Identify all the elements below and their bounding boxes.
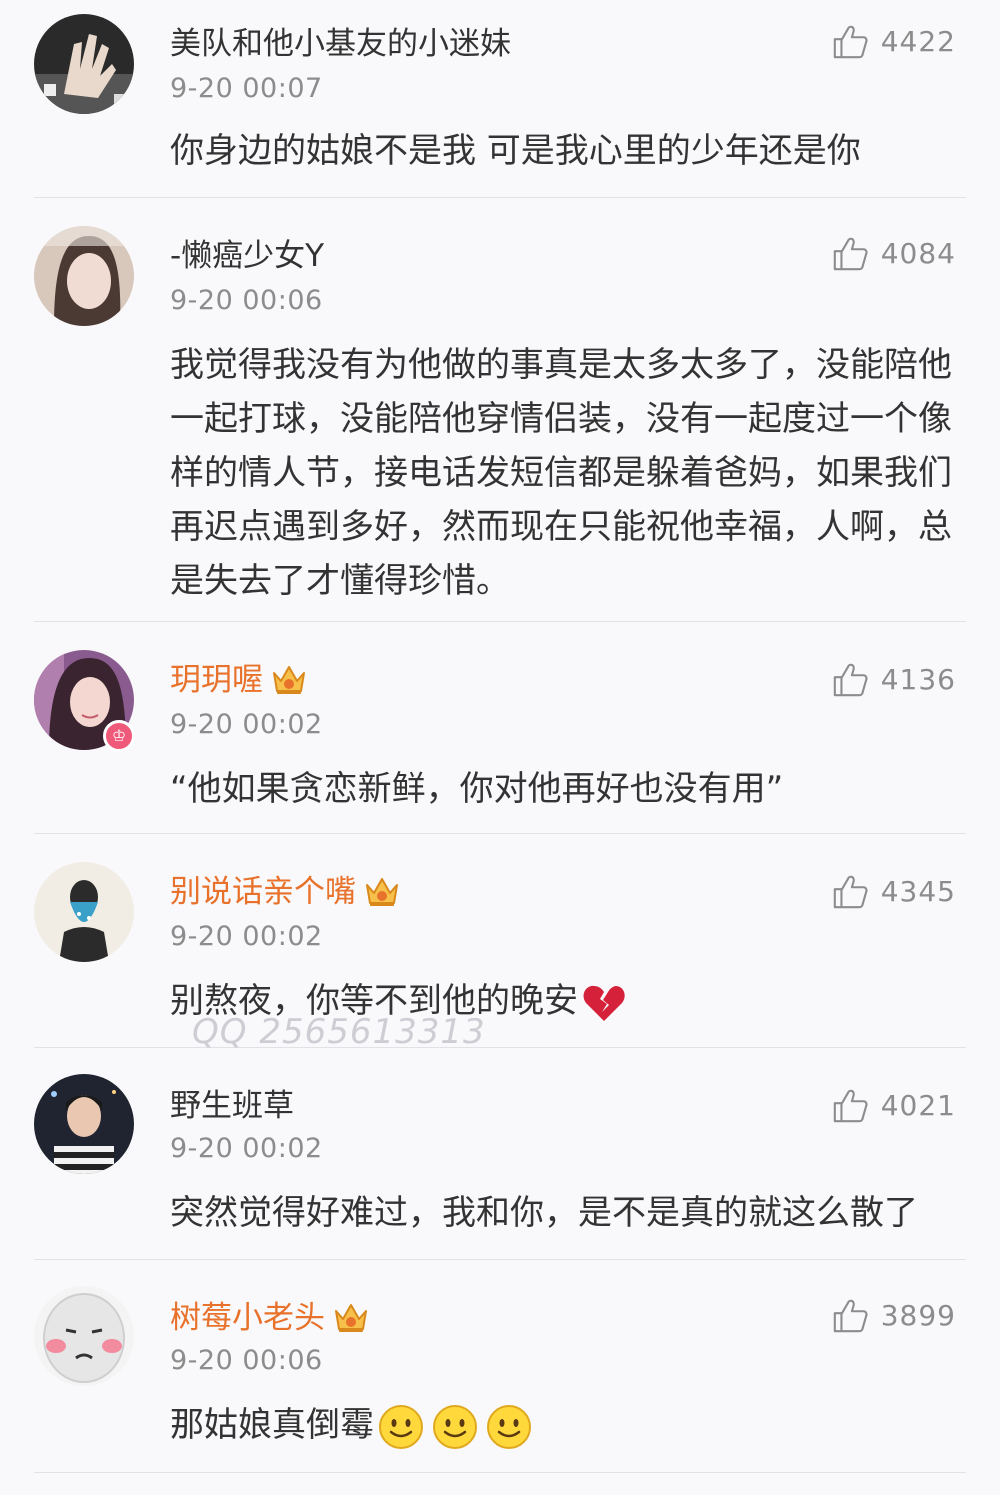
timestamp: 9-20 00:06 (170, 1345, 323, 1376)
username[interactable]: 野生班草 (170, 1086, 294, 1126)
like-button[interactable]: 4084 (831, 234, 956, 274)
comment-item: 树莓小老头 9-20 00:06 3899 那姑娘真倒霉 (0, 1260, 1000, 1495)
comment-text: 我觉得我没有为他做的事真是太多太多了，没能陪他一起打球，没能陪他穿情侣装，没有一… (170, 345, 952, 601)
username-row: 树莓小老头 (170, 1298, 369, 1338)
smile-icon (433, 1404, 477, 1449)
vip-crown-icon (273, 666, 305, 694)
like-button[interactable]: 3899 (831, 1296, 956, 1336)
username-row: 玥玥喔 (170, 660, 307, 700)
comment-item: -懒癌少女Y 9-20 00:06 4084 我觉得我没有为他做的事真是太多太多… (0, 198, 1000, 622)
username-row: 野生班草 (170, 1086, 294, 1126)
like-count: 4021 (880, 1089, 956, 1122)
username[interactable]: 美队和他小基友的小迷妹 (170, 24, 511, 64)
smile-icon (379, 1404, 423, 1449)
vip-crown-icon (366, 878, 398, 906)
thumbs-up-icon (833, 25, 868, 59)
username[interactable]: 别说话亲个嘴 (170, 872, 356, 912)
username-row: 别说话亲个嘴 (170, 872, 400, 912)
verified-badge-icon: ♔ (103, 720, 135, 752)
like-button[interactable]: 4136 (831, 660, 956, 700)
timestamp: 9-20 00:02 (170, 709, 323, 740)
avatar[interactable] (34, 226, 134, 326)
username-row: 美队和他小基友的小迷妹 (170, 24, 511, 64)
watermark: QQ 2565613313 (192, 1012, 486, 1052)
divider (34, 1472, 966, 1473)
like-count: 4422 (880, 25, 956, 58)
smile-icon (487, 1404, 531, 1449)
timestamp: 9-20 00:07 (170, 73, 323, 104)
comment-item: ♔ 玥玥喔 9-20 00:02 4136 “他如果贪恋新鲜，你对他再好也没有用… (0, 622, 1000, 834)
timestamp: 9-20 00:06 (170, 285, 323, 316)
like-count: 3899 (880, 1299, 956, 1332)
like-count: 4136 (880, 663, 956, 696)
avatar[interactable] (34, 1074, 134, 1174)
like-button[interactable]: 4345 (831, 872, 956, 912)
comment-text: 你身边的姑娘不是我 可是我心里的少年还是你 (170, 131, 861, 171)
avatar[interactable] (34, 1286, 134, 1386)
comment-text: 那姑娘真倒霉 (170, 1398, 970, 1452)
vip-crown-icon (335, 1304, 367, 1332)
thumbs-up-icon (833, 875, 868, 909)
thumbs-up-icon (833, 237, 868, 271)
username-row: -懒癌少女Y (170, 236, 324, 276)
comment-item: 别说话亲个嘴 9-20 00:02 4345 别熬夜，你等不到他的晚安 (0, 834, 1000, 1048)
thumbs-up-icon (833, 663, 868, 697)
like-button[interactable]: 4021 (831, 1086, 956, 1126)
avatar[interactable] (34, 862, 134, 962)
timestamp: 9-20 00:02 (170, 1133, 323, 1164)
username[interactable]: 玥玥喔 (170, 660, 263, 700)
username[interactable]: -懒癌少女Y (170, 236, 324, 276)
comment-text-body: 那姑娘真倒霉 (170, 1405, 374, 1445)
thumbs-up-icon (833, 1299, 868, 1333)
like-count: 4084 (880, 237, 956, 270)
username[interactable]: 树莓小老头 (170, 1298, 325, 1338)
like-button[interactable]: 4422 (831, 22, 956, 62)
broken-heart-icon (583, 985, 625, 1021)
thumbs-up-icon (833, 1089, 868, 1123)
comment-item: 野生班草 9-20 00:02 4021 突然觉得好难过，我和你，是不是真的就这… (0, 1048, 1000, 1260)
avatar[interactable] (34, 14, 134, 114)
comment-text: “他如果贪恋新鲜，你对他再好也没有用” (170, 769, 784, 809)
like-count: 4345 (880, 875, 956, 908)
timestamp: 9-20 00:02 (170, 921, 323, 952)
comment-text: 突然觉得好难过，我和你，是不是真的就这么散了 (170, 1193, 918, 1233)
comment-item: 美队和他小基友的小迷妹 9-20 00:07 4422 你身边的姑娘不是我 可是… (0, 0, 1000, 198)
